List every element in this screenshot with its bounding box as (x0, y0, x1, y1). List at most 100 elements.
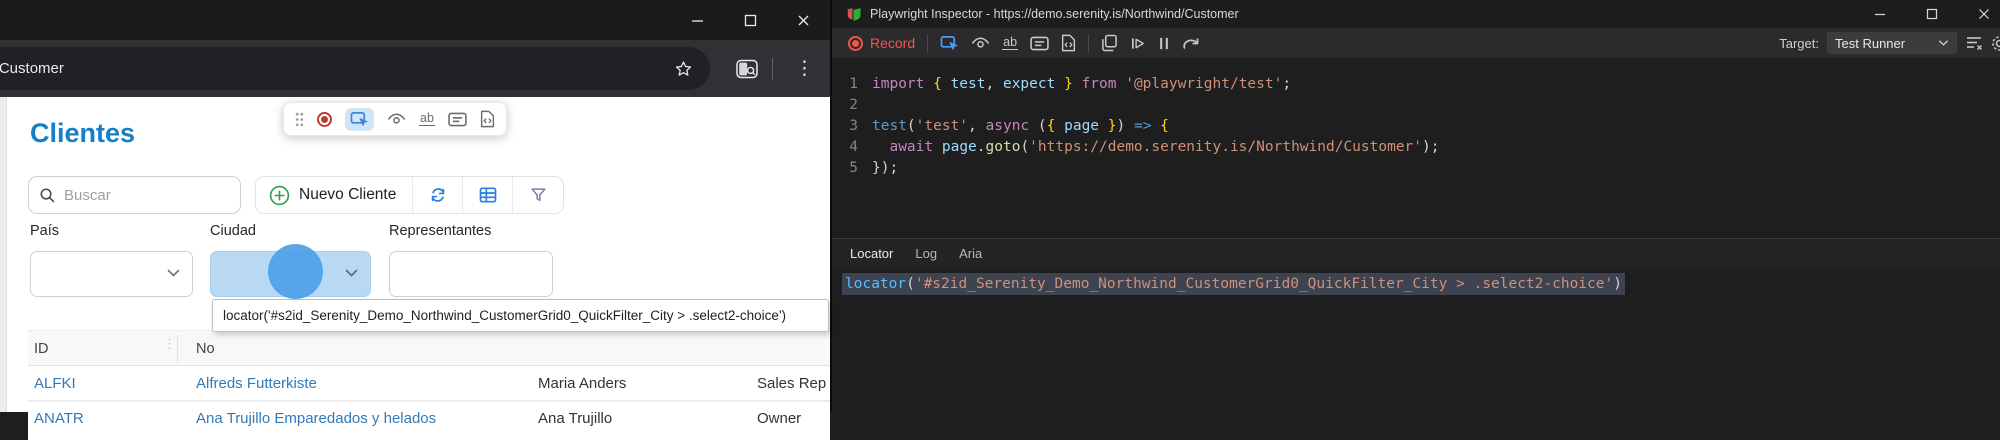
inspector-window-title: Playwright Inspector - https://demo.sere… (870, 7, 1239, 21)
maximize-icon (1926, 8, 1938, 20)
playwright-overlay-toolbar: ab (283, 102, 507, 136)
code-editor[interactable]: 1import { test, expect } from '@playwrig… (832, 58, 2000, 238)
minimize-icon (691, 14, 704, 27)
country-select[interactable] (30, 251, 193, 297)
pick-locator-icon[interactable] (940, 35, 959, 52)
pause-icon[interactable] (1158, 36, 1170, 51)
code-line: 5}); (832, 158, 2000, 179)
inspector-toolbar: Record ab Target: T (832, 28, 2000, 58)
step-over-icon[interactable] (1182, 36, 1200, 51)
collapsed-sidebar-edge (0, 97, 7, 412)
picker-target-highlight (268, 244, 323, 299)
contact-name: Ana Trujillo (538, 401, 612, 437)
copy-icon[interactable] (1101, 34, 1118, 52)
url-address-bar[interactable]: nd/Customer (0, 47, 710, 90)
filter-label-country: País (30, 223, 59, 239)
refresh-button[interactable] (413, 177, 463, 213)
assert-text-icon[interactable]: ab (419, 112, 435, 126)
refresh-icon (428, 185, 448, 205)
inspector-minimize-button[interactable] (1854, 0, 1906, 28)
filter-funnel-icon (529, 186, 548, 205)
code-line: 1import { test, expect } from '@playwrig… (832, 74, 2000, 95)
bottom-panel-tabs: Locator Log Aria (832, 239, 2000, 267)
drag-handle-icon[interactable] (295, 112, 304, 127)
bookmark-star-button[interactable] (674, 59, 693, 78)
column-picker-button[interactable] (463, 177, 513, 213)
record-label: Record (870, 35, 915, 51)
filter-button[interactable] (513, 177, 563, 213)
new-customer-label: Nuevo Cliente (299, 186, 396, 204)
assert-snapshot-icon[interactable] (480, 110, 495, 128)
search-input-wrap (28, 176, 241, 214)
assert-visibility-icon[interactable] (971, 36, 990, 50)
search-sidebar-icon (736, 59, 758, 79)
contact-name: Maria Anders (538, 366, 626, 402)
browser-minimize-button[interactable] (671, 0, 724, 40)
minimize-icon (1874, 8, 1886, 20)
playwright-logo-icon (846, 6, 862, 22)
assert-snapshot-icon[interactable] (1061, 34, 1076, 52)
clear-icon[interactable] (1965, 35, 1983, 51)
assert-visibility-icon[interactable] (387, 112, 406, 126)
grid-header-id[interactable]: ID (34, 331, 49, 367)
browser-window: nd/Customer ⋮ Clientes (0, 0, 830, 412)
chevron-down-icon (345, 265, 358, 283)
code-line: 2 (832, 95, 2000, 116)
locator-output-line[interactable]: locator('#s2id_Serenity_Demo_Northwind_C… (842, 272, 1625, 296)
record-button[interactable]: Record (848, 35, 915, 51)
column-drag-handle[interactable]: ⋮ (163, 339, 176, 349)
column-grid-icon (478, 185, 498, 205)
table-row[interactable]: ANATR Ana Trujillo Emparedados y helados… (28, 404, 830, 440)
close-icon (1978, 8, 1990, 20)
contact-title: Sales Rep (757, 366, 830, 402)
target-label: Target: (1779, 36, 1819, 51)
target-group: Target: Test Runner (1779, 32, 1994, 54)
settings-gear-icon[interactable] (1991, 35, 2000, 52)
inspector-titlebar: Playwright Inspector - https://demo.sere… (832, 0, 2000, 28)
record-icon (848, 36, 863, 51)
kebab-menu-icon: ⋮ (795, 59, 814, 78)
target-select[interactable]: Test Runner (1827, 32, 1957, 54)
inspector-maximize-button[interactable] (1906, 0, 1958, 28)
filter-label-representatives: Representantes (389, 223, 491, 239)
browser-titlebar (0, 0, 830, 40)
assert-value-icon[interactable] (1030, 36, 1049, 51)
grid-header-name[interactable]: No (196, 331, 215, 367)
customer-id-link[interactable]: ANATR (34, 401, 84, 437)
locator-tooltip: locator('#s2id_Serenity_Demo_Northwind_C… (212, 299, 829, 332)
code-line: 4 await page.goto('https://demo.serenity… (832, 137, 2000, 158)
tab-aria[interactable]: Aria (959, 246, 982, 261)
record-icon[interactable] (317, 112, 332, 127)
browser-menu-button[interactable]: ⋮ (795, 59, 814, 78)
column-divider (177, 335, 178, 363)
playwright-inspector-window: Playwright Inspector - https://demo.sere… (830, 0, 2000, 412)
new-customer-button[interactable]: Nuevo Cliente (256, 177, 413, 213)
target-value: Test Runner (1835, 36, 1905, 51)
url-text[interactable]: nd/Customer (0, 47, 64, 90)
browser-maximize-button[interactable] (724, 0, 777, 40)
resume-icon[interactable] (1130, 36, 1146, 51)
pick-locator-icon[interactable] (345, 108, 374, 131)
customer-name-link[interactable]: Alfreds Futterkiste (196, 366, 317, 402)
assert-text-icon[interactable]: ab (1002, 36, 1018, 50)
inspector-close-button[interactable] (1958, 0, 2000, 28)
search-sidebar-button[interactable] (736, 59, 758, 79)
filter-label-city: Ciudad (210, 223, 256, 239)
customer-id-link[interactable]: ALFKI (34, 366, 76, 402)
toolbar-divider (772, 58, 773, 80)
code-line: 3test('test', async ({ page }) => { (832, 116, 2000, 137)
search-input[interactable] (64, 187, 214, 204)
star-icon (674, 59, 693, 78)
customer-name-link[interactable]: Ana Trujillo Emparedados y helados (196, 401, 436, 437)
maximize-icon (744, 14, 757, 27)
assert-value-icon[interactable] (448, 112, 467, 127)
tab-log[interactable]: Log (915, 246, 937, 261)
table-row[interactable]: ALFKI Alfreds Futterkiste Maria Anders S… (28, 366, 830, 402)
browser-close-button[interactable] (777, 0, 830, 40)
representatives-input[interactable] (389, 251, 553, 297)
chevron-down-icon (1938, 39, 1949, 47)
chevron-down-icon (167, 265, 180, 283)
tab-locator[interactable]: Locator (850, 246, 893, 261)
close-icon (797, 14, 810, 27)
grid-header-row: ID ⋮ No (28, 330, 830, 366)
